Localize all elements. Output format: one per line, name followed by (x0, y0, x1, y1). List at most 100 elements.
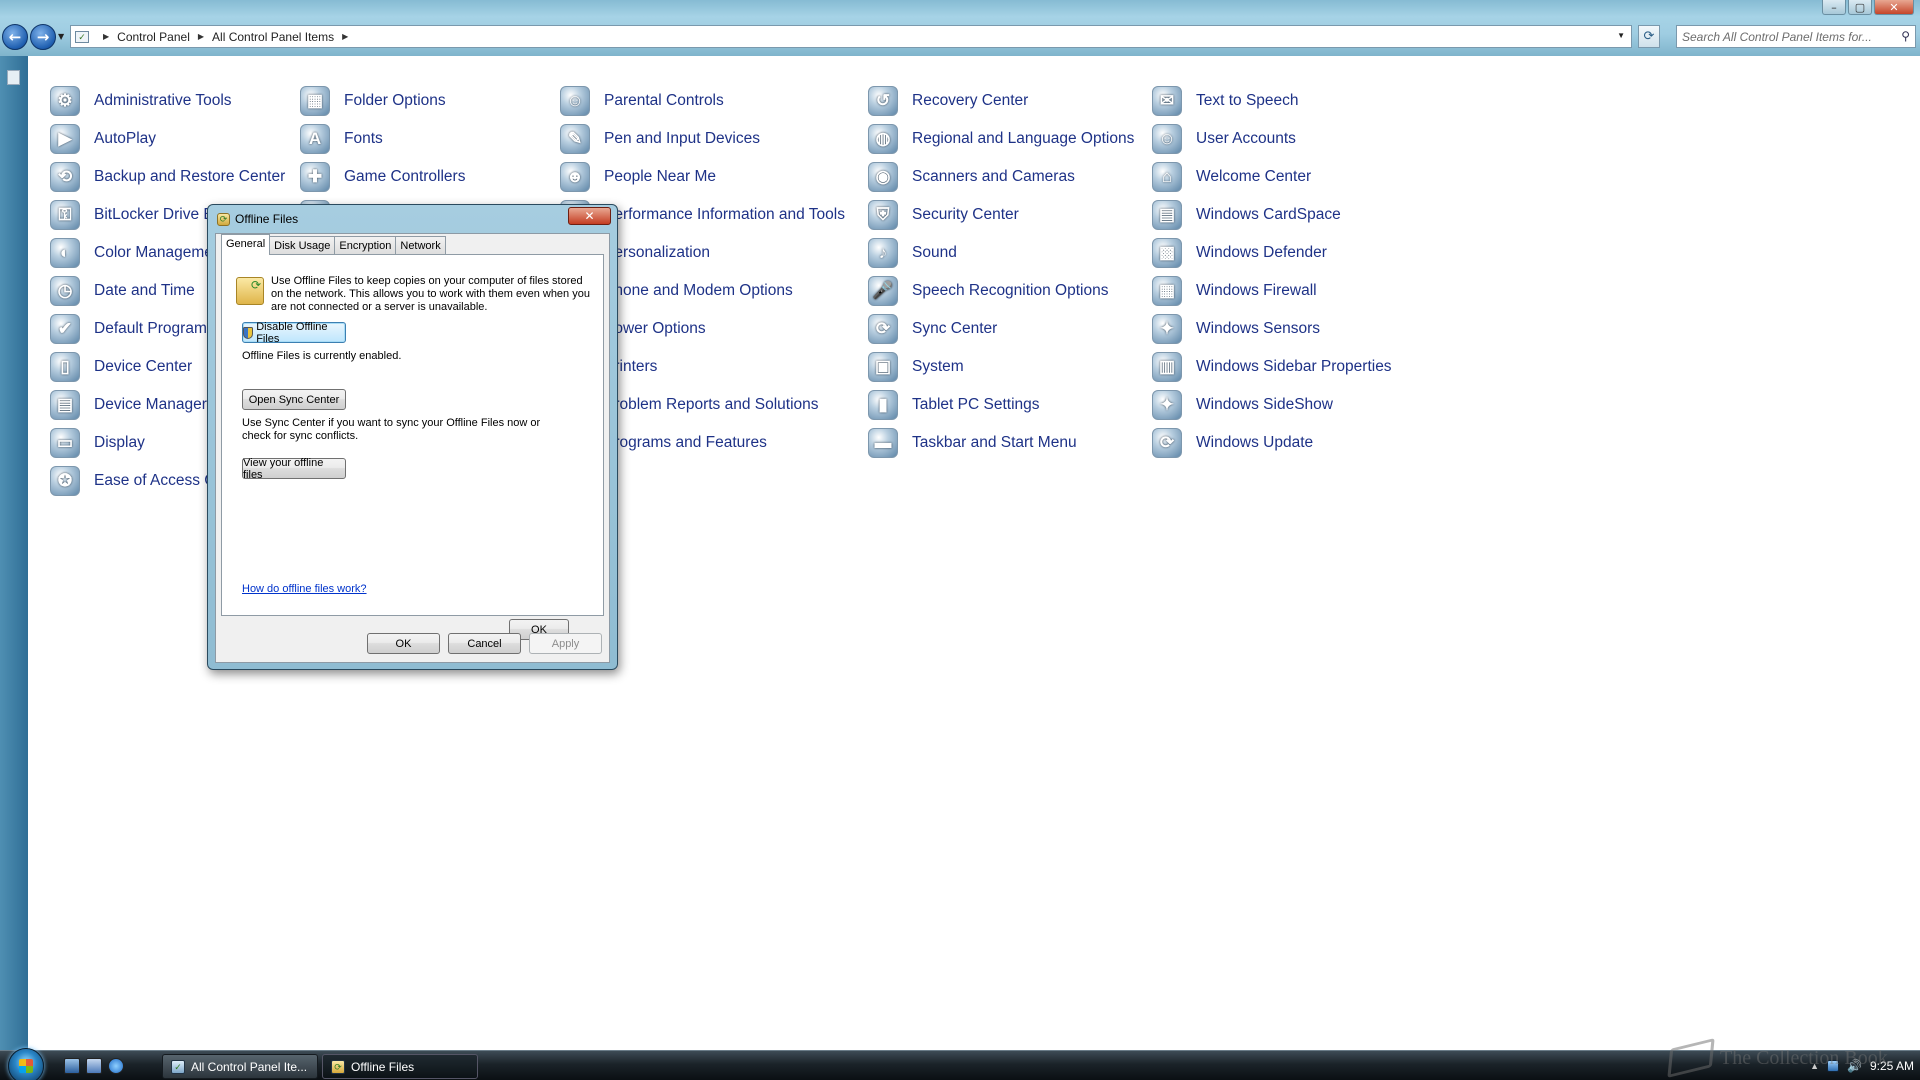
offline-files-dialog: ⟳ Offline Files ✕ General Disk Usage Enc… (207, 204, 618, 670)
control-panel-item[interactable]: ▬ Taskbar and Start Menu (868, 424, 1134, 462)
dialog-close-button[interactable]: ✕ (568, 207, 611, 225)
offline-files-icon: ⟳ (331, 1059, 345, 1074)
control-panel-item[interactable]: ✦ Windows SideShow (1152, 386, 1392, 424)
tablet-pc-icon: ▮ (868, 390, 898, 420)
maximize-button[interactable]: ▢ (1848, 0, 1872, 15)
control-panel-item[interactable]: ▩ Windows Defender (1152, 234, 1392, 272)
control-panel-item[interactable]: ⌂ Welcome Center (1152, 158, 1392, 196)
date-time-icon: ◷ (50, 276, 80, 306)
taskbar-button-offline-files[interactable]: ⟳ Offline Files (322, 1054, 478, 1079)
game-controllers-icon: ✚ (300, 162, 330, 192)
cardspace-icon: ▤ (1152, 200, 1182, 230)
control-panel-item[interactable]: ✦ Windows Sensors (1152, 310, 1392, 348)
dialog-apply-button[interactable]: Apply (529, 633, 602, 654)
control-panel-item[interactable]: ⛨ Security Center (868, 196, 1134, 234)
control-panel-item[interactable]: ⚙ Administrative Tools (50, 82, 285, 120)
control-panel-item[interactable]: ▦ Windows Firewall (1152, 272, 1392, 310)
breadcrumb-all-items[interactable]: All Control Panel Items (212, 30, 334, 44)
breadcrumb-separator-icon[interactable]: ▶ (342, 32, 348, 41)
control-panel-item[interactable]: ▣ System (868, 348, 1134, 386)
breadcrumb-separator-icon[interactable]: ▶ (103, 32, 109, 41)
intro-text: Use Offline Files to keep copies on your… (271, 275, 590, 313)
address-bar[interactable]: ✓ ▶ Control Panel ▶ All Control Panel It… (70, 25, 1632, 48)
scanners-cameras-icon: ◉ (868, 162, 898, 192)
search-input[interactable]: Search All Control Panel Items for... ⚲ (1676, 25, 1916, 48)
back-button[interactable]: ← (2, 24, 28, 50)
control-panel-item[interactable]: ⟲ Backup and Restore Center (50, 158, 285, 196)
control-panel-item-label: Windows Sensors (1196, 320, 1321, 337)
tab-general[interactable]: General (221, 234, 271, 255)
control-panel-item[interactable]: ⟳ Windows Update (1152, 424, 1392, 462)
system-icon: ▣ (868, 352, 898, 382)
help-link[interactable]: How do offline files work? (242, 583, 367, 595)
control-panel-item-label: System (912, 358, 964, 375)
control-panel-item[interactable]: A Fonts (300, 120, 490, 158)
tab-network[interactable]: Network (395, 236, 446, 255)
control-panel-item[interactable]: ☺ User Accounts (1152, 120, 1392, 158)
dialog-tabs: General Disk Usage Encryption Network (221, 234, 446, 255)
control-panel-item[interactable]: ♪ Sound (868, 234, 1134, 272)
explorer-titlebar: – ▢ ✕ ← → ▼ ✓ ▶ Control Panel ▶ All Cont… (0, 0, 1920, 56)
control-panel-item[interactable]: ◉ Scanners and Cameras (868, 158, 1134, 196)
items-column-4: ↺ Recovery Center ◍ Regional and Language O… (868, 82, 1134, 462)
control-panel-item[interactable]: ⟳ Sync Center (868, 310, 1134, 348)
forward-button[interactable]: → (30, 24, 56, 50)
control-panel-item[interactable]: ▦ Folder Options (300, 82, 490, 120)
view-offline-files-button[interactable]: View your offline files (242, 457, 346, 481)
close-button[interactable]: ✕ (1874, 0, 1914, 15)
breadcrumb-separator-icon[interactable]: ▶ (198, 32, 204, 41)
tab-disk-usage[interactable]: Disk Usage (269, 236, 336, 255)
volume-icon[interactable]: 🔊 (1847, 1060, 1862, 1072)
control-panel-item-label: Speech Recognition Options (912, 282, 1109, 299)
control-panel-item[interactable]: 🎤 Speech Recognition Options (868, 272, 1134, 310)
open-sync-center-button[interactable]: Open Sync Center (242, 389, 346, 410)
tab-encryption[interactable]: Encryption (334, 236, 397, 255)
control-panel-item[interactable]: ▮ Tablet PC Settings (868, 386, 1134, 424)
control-panel-item[interactable]: ✎ Pen and Input Devices (560, 120, 845, 158)
address-dropdown-icon[interactable]: ▼ (1617, 31, 1625, 40)
show-hidden-icons-icon[interactable]: ▲ (1810, 1061, 1819, 1071)
admin-tools-icon: ⚙ (50, 86, 80, 116)
search-icon[interactable]: ⚲ (1901, 29, 1910, 43)
taskbar-start-icon: ▬ (868, 428, 898, 458)
dialog-ok-button[interactable]: OK (367, 633, 440, 654)
control-panel-item[interactable]: ▥ Windows Sidebar Properties (1152, 348, 1392, 386)
navigation-pane-icon[interactable] (7, 70, 20, 85)
firewall-icon: ▦ (1152, 276, 1182, 306)
control-panel-item-label: Power Options (604, 320, 706, 337)
control-panel-item[interactable]: ☻ People Near Me (560, 158, 845, 196)
control-panel-item-label: Device Center (94, 358, 193, 375)
dialog-cancel-button[interactable]: Cancel (448, 633, 521, 654)
internet-explorer-icon[interactable] (108, 1058, 124, 1074)
refresh-button[interactable]: ⟳ (1638, 25, 1660, 48)
control-panel-item-label: Parental Controls (604, 92, 724, 109)
control-panel-item[interactable]: ☺ Parental Controls (560, 82, 845, 120)
switch-windows-icon[interactable] (86, 1058, 102, 1074)
show-desktop-icon[interactable] (64, 1058, 80, 1074)
taskbar: ✓ All Control Panel Ite... ⟳ Offline Fil… (0, 1048, 1920, 1080)
recent-pages-dropdown[interactable]: ▼ (58, 32, 64, 41)
control-panel-item[interactable]: ✉ Text to Speech (1152, 82, 1392, 120)
taskbar-button-control-panel[interactable]: ✓ All Control Panel Ite... (162, 1054, 318, 1079)
breadcrumb-control-panel[interactable]: Control Panel (117, 30, 190, 44)
control-panel-item-label: Windows Sidebar Properties (1196, 358, 1392, 375)
clock[interactable]: 9:25 AM (1870, 1059, 1914, 1073)
pen-input-icon: ✎ (560, 124, 590, 154)
people-near-me-icon: ☻ (560, 162, 590, 192)
disable-offline-files-button[interactable]: Disable Offline Files (242, 321, 346, 345)
control-panel-item[interactable]: ✚ Game Controllers (300, 158, 490, 196)
sync-center-text: Use Sync Center if you want to sync your… (242, 417, 541, 442)
folder-options-icon: ▦ (300, 86, 330, 116)
start-button[interactable] (8, 1048, 44, 1080)
control-panel-item-label: Default Programs (94, 320, 215, 337)
control-panel-item-label: Welcome Center (1196, 168, 1312, 185)
control-panel-item-label: Windows CardSpace (1196, 206, 1341, 223)
network-icon[interactable] (1827, 1060, 1840, 1072)
control-panel-item[interactable]: ▤ Windows CardSpace (1152, 196, 1392, 234)
backup-icon: ⟲ (50, 162, 80, 192)
minimize-button[interactable]: – (1822, 0, 1846, 15)
sound-icon: ♪ (868, 238, 898, 268)
control-panel-item[interactable]: ↺ Recovery Center (868, 82, 1134, 120)
control-panel-item[interactable]: ▶ AutoPlay (50, 120, 285, 158)
control-panel-item[interactable]: ◍ Regional and Language Options (868, 120, 1134, 158)
